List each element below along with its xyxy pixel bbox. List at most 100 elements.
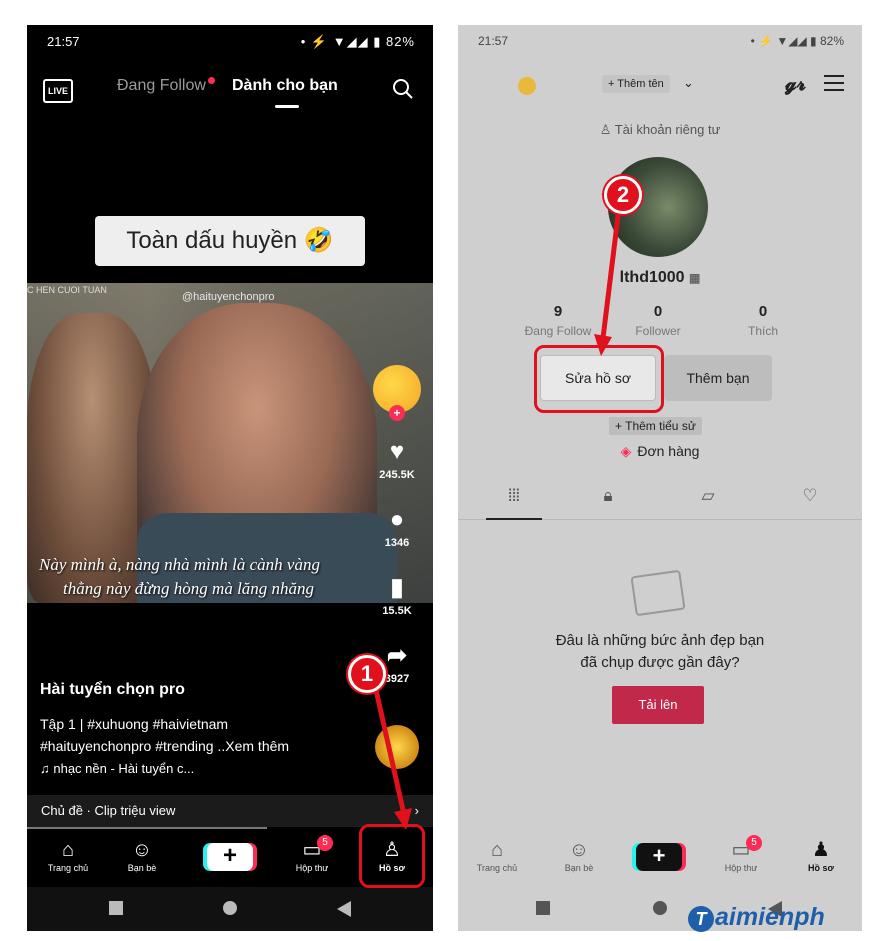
desc-line-1: Tập 1 | #xuhuong #haivietnam (40, 716, 229, 732)
private-account-label: ♙ Tài khoản riêng tư (458, 122, 862, 138)
inbox-icon: ▭ (731, 839, 751, 861)
nav-home-label: Trang chủ (476, 863, 518, 873)
feed-top-nav: LIVE Đang Follow Dành cho bạn (27, 73, 433, 113)
username-text: lthd1000 (619, 269, 685, 286)
user-lock-icon: ♙ (599, 122, 615, 137)
stat-followers-label: Follower (635, 324, 681, 338)
recents-icon[interactable] (536, 901, 550, 915)
home-icon: ⌂ (490, 839, 504, 861)
tab-private-lock-icon[interactable]: 🔒︎ (578, 486, 638, 506)
comment-icon: ● (389, 506, 405, 533)
side-actions: + ♥ 245.5K ● 1346 ▮ 15.5K ➦ 3927 (369, 365, 425, 685)
tab-liked-heart-icon[interactable]: ♡ (780, 486, 840, 506)
status-icons: • ⚡ ▼◢◢ ▮ 82% (300, 34, 415, 49)
home-circle-icon[interactable] (223, 901, 237, 915)
video-progress[interactable] (27, 827, 267, 829)
tab-reposts-icon[interactable]: ▱ (678, 486, 738, 506)
nav-profile[interactable]: ♟ Hồ sơ (786, 837, 856, 873)
nav-home[interactable]: ⌂ Trang chủ (33, 837, 103, 873)
video-caption: Toàn dấu huyền 🤣 (95, 216, 365, 266)
like-action[interactable]: ♥ 245.5K (369, 438, 425, 482)
coin-icon[interactable] (518, 77, 536, 95)
phone-feed-screen: 21:57 • ⚡ ▼◢◢ ▮ 82% LIVE Đang Follow Dàn… (27, 25, 433, 931)
photos-placeholder-icon (630, 569, 686, 617)
desc-line-2[interactable]: #haituyenchonpro #trending ..Xem thêm (40, 735, 360, 757)
empty-state-text: Đâu là những bức ảnh đẹp bạn đã chụp đượ… (458, 630, 862, 674)
subtitle-line-1: Này mình à, nàng nhà mình là cành vàng (39, 555, 320, 574)
step-1-badge: 1 (348, 655, 386, 693)
empty-line-1: Đâu là những bức ảnh đẹp bạn (555, 632, 765, 649)
stat-followers-num: 0 (653, 303, 663, 320)
create-button[interactable]: + (207, 843, 253, 871)
inbox-badge: 5 (746, 835, 762, 851)
status-bar: 21:57 • ⚡ ▼◢◢ ▮ 82% (27, 25, 433, 59)
qr-code-icon[interactable]: ▦ (689, 271, 700, 285)
add-bio-button[interactable]: + Thêm tiểu sử (609, 417, 702, 435)
save-action[interactable]: ▮ 15.5K (369, 575, 425, 618)
status-bar: 21:57 • ⚡ ▼◢◢ ▮ 82% (458, 25, 862, 59)
author-name[interactable]: Hài tuyển chọn pro (40, 681, 360, 699)
heart-icon: ♥ (389, 438, 405, 465)
logo-text: aimienph (715, 903, 825, 931)
private-account-text: Tài khoản riêng tư (614, 122, 721, 137)
chevron-down-icon[interactable]: ⌄ (683, 75, 694, 91)
site-logo: Taimienph (688, 903, 825, 932)
highlight-edit-profile (534, 345, 664, 413)
share-icon: ➦ (386, 642, 408, 669)
nav-friends-label: Bạn bè (564, 863, 594, 873)
username: lthd1000 ▦ (458, 269, 862, 287)
menu-icon[interactable] (824, 75, 844, 96)
back-icon[interactable] (337, 901, 351, 917)
recents-icon[interactable] (109, 901, 123, 915)
friends-icon: ☺ (568, 839, 590, 861)
live-icon[interactable]: LIVE (43, 79, 73, 103)
comment-action[interactable]: ● 1346 (369, 506, 425, 550)
nav-home-label: Trang chủ (47, 863, 89, 873)
phone-profile-screen: 21:57 • ⚡ ▼◢◢ ▮ 82% + Thêm tên ⌄ 𝓰𝓻 ♙ Tà… (458, 25, 862, 931)
music-disc-icon[interactable] (375, 725, 419, 769)
status-time: 21:57 (478, 34, 509, 48)
tab-following[interactable]: Đang Follow (117, 77, 215, 95)
stat-likes-num: 0 (758, 303, 768, 320)
topic-bar[interactable]: Chủ đề · Clip triệu view › (27, 795, 433, 827)
nav-friends-label: Bạn bè (127, 863, 157, 873)
orders-label: Đơn hàng (637, 443, 700, 459)
create-button[interactable]: + (636, 843, 682, 871)
tab-for-you[interactable]: Dành cho bạn (232, 77, 338, 95)
stat-following-label: Đang Follow (524, 324, 592, 338)
nav-inbox[interactable]: ▭ 5 Hộp thư (277, 835, 347, 873)
orders-link[interactable]: ◈ Đơn hàng (458, 443, 862, 460)
add-friends-button[interactable]: Thêm bạn (664, 355, 772, 401)
tutorial-screenshot: 21:57 • ⚡ ▼◢◢ ▮ 82% LIVE Đang Follow Dàn… (0, 0, 870, 941)
chevron-right-icon: › (414, 803, 419, 818)
nav-inbox[interactable]: ▭ 5 Hộp thư (706, 835, 776, 873)
stat-likes-label: Thích (747, 324, 778, 338)
system-nav (27, 887, 433, 931)
footprint-icon[interactable]: 𝓰𝓻 (785, 73, 806, 96)
empty-line-2: đã chụp được gần đây? (580, 654, 740, 671)
new-dot (207, 77, 215, 84)
search-icon[interactable] (391, 77, 415, 101)
inbox-icon: ▭ (302, 839, 322, 861)
creator-avatar[interactable]: + (373, 365, 421, 421)
video-watermark-handle: @haituyenchonpro (182, 291, 275, 303)
nav-inbox-label: Hộp thư (724, 863, 758, 873)
add-name-button[interactable]: + Thêm tên (602, 75, 670, 93)
nav-home[interactable]: ⌂ Trang chủ (462, 837, 532, 873)
music-label[interactable]: ♫ nhạc nền - Hài tuyển c... (40, 761, 360, 776)
follow-plus-icon[interactable]: + (389, 405, 405, 421)
stat-likes[interactable]: 0 Thích (713, 303, 813, 338)
home-circle-icon[interactable] (653, 901, 667, 915)
stat-followers[interactable]: 0 Follower (608, 303, 708, 338)
comment-count: 1346 (384, 537, 410, 549)
stat-following[interactable]: 9 Đang Follow (508, 303, 608, 338)
highlight-profile-nav (359, 824, 425, 888)
bag-icon: ◈ (620, 443, 632, 459)
nav-friends[interactable]: ☺ Bạn bè (107, 837, 177, 873)
status-icons: • ⚡ ▼◢◢ ▮ 82% (750, 34, 844, 48)
inbox-badge: 5 (317, 835, 333, 851)
upload-button[interactable]: Tải lên (612, 686, 704, 724)
nav-friends[interactable]: ☺ Bạn bè (544, 837, 614, 873)
active-tab-underline (486, 518, 542, 520)
tab-videos-grid-icon[interactable]: ⦙⦙⦙ (484, 486, 544, 506)
